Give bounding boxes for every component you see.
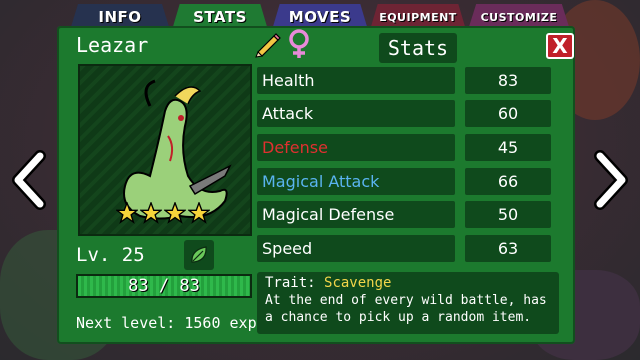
chevron-right-icon[interactable] [590,150,630,210]
level-label: Lv. 25 [76,244,145,266]
stat-row-magical-defense: Magical Defense 50 [257,201,551,228]
trait-box: Trait: Scavenge At the end of every wild… [257,272,559,334]
trait-description: At the end of every wild battle, has a c… [265,293,547,325]
stat-label: Attack [257,100,455,127]
stat-label: Health [257,67,455,94]
stat-row-attack: Attack 60 [257,100,551,127]
stat-value: 45 [465,134,551,161]
stat-value: 50 [465,201,551,228]
stat-value: 83 [465,67,551,94]
stat-label: Magical Defense [257,201,455,228]
stat-row-magical-attack: Magical Attack 66 [257,168,551,195]
stat-label: Magical Attack [257,168,455,195]
creature-name: Leazar [76,33,149,57]
pencil-icon[interactable] [254,30,282,58]
hp-text: 83 / 83 [128,276,200,296]
female-icon [289,29,309,58]
star-icon [140,202,162,224]
stat-row-speed: Speed 63 [257,235,551,262]
trait-title: Trait: Scavenge [265,275,551,292]
stat-row-defense: Defense 45 [257,134,551,161]
trait-prefix: Trait: [265,275,316,291]
trait-name: Scavenge [324,275,392,291]
hp-bar: 83 / 83 [76,274,252,298]
stat-value: 63 [465,235,551,262]
stat-row-health: Health 83 [257,67,551,94]
stats-title: Stats [379,33,457,63]
star-icon [164,202,186,224]
rarity-stars [116,202,210,224]
stat-label: Defense [257,134,455,161]
stat-value: 60 [465,100,551,127]
close-button[interactable]: X [546,33,574,59]
leaf-icon [191,246,207,263]
stat-value: 66 [465,168,551,195]
element-badge[interactable] [184,240,214,270]
stat-label: Speed [257,235,455,262]
chevron-left-icon[interactable] [10,150,50,210]
star-icon [188,202,210,224]
next-level-text: Next level: 1560 exp [76,314,257,332]
star-icon [116,202,138,224]
